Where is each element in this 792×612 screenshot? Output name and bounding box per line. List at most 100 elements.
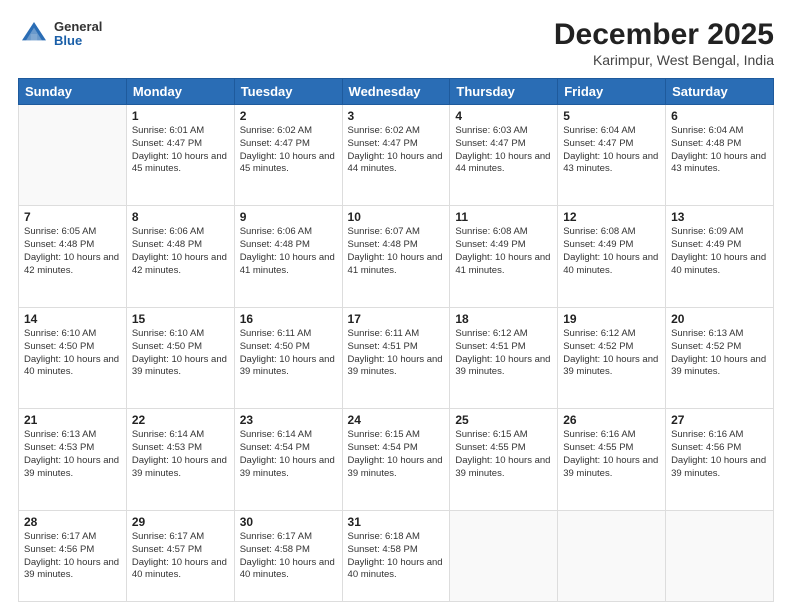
header: General Blue December 2025 Karimpur, Wes…: [18, 18, 774, 68]
day-info: Sunrise: 6:02 AM Sunset: 4:47 PM Dayligh…: [348, 125, 445, 176]
day-number: 10: [348, 210, 445, 224]
calendar-day-header: Sunday: [19, 79, 127, 105]
calendar-week-row: 21Sunrise: 6:13 AM Sunset: 4:53 PM Dayli…: [19, 409, 774, 510]
day-number: 23: [240, 413, 337, 427]
day-number: 27: [671, 413, 768, 427]
day-number: 8: [132, 210, 229, 224]
calendar-cell: 24 Sunrise: 6:15 AM Sunset: 4:54 PM Dayli…: [342, 409, 450, 510]
calendar-cell: [450, 510, 558, 601]
calendar-cell: 26 Sunrise: 6:16 AM Sunset: 4:55 PM Dayli…: [558, 409, 666, 510]
calendar-cell: 22 Sunrise: 6:14 AM Sunset: 4:53 PM Dayli…: [126, 409, 234, 510]
calendar-day-header: Thursday: [450, 79, 558, 105]
day-info: Sunrise: 6:08 AM Sunset: 4:49 PM Dayligh…: [455, 226, 552, 277]
day-info: Sunrise: 6:12 AM Sunset: 4:51 PM Dayligh…: [455, 328, 552, 379]
day-number: 26: [563, 413, 660, 427]
day-info: Sunrise: 6:11 AM Sunset: 4:51 PM Dayligh…: [348, 328, 445, 379]
calendar-cell: 11 Sunrise: 6:08 AM Sunset: 4:49 PM Dayli…: [450, 206, 558, 307]
calendar-cell: [666, 510, 774, 601]
day-info: Sunrise: 6:04 AM Sunset: 4:48 PM Dayligh…: [671, 125, 768, 176]
day-number: 17: [348, 312, 445, 326]
calendar-cell: 17 Sunrise: 6:11 AM Sunset: 4:51 PM Dayli…: [342, 307, 450, 408]
title-block: December 2025 Karimpur, West Bengal, Ind…: [554, 18, 774, 68]
day-info: Sunrise: 6:05 AM Sunset: 4:48 PM Dayligh…: [24, 226, 121, 277]
day-number: 6: [671, 109, 768, 123]
calendar-cell: 27 Sunrise: 6:16 AM Sunset: 4:56 PM Dayli…: [666, 409, 774, 510]
day-info: Sunrise: 6:06 AM Sunset: 4:48 PM Dayligh…: [240, 226, 337, 277]
day-info: Sunrise: 6:16 AM Sunset: 4:56 PM Dayligh…: [671, 429, 768, 480]
calendar-header-row: SundayMondayTuesdayWednesdayThursdayFrid…: [19, 79, 774, 105]
day-info: Sunrise: 6:07 AM Sunset: 4:48 PM Dayligh…: [348, 226, 445, 277]
day-number: 24: [348, 413, 445, 427]
day-number: 31: [348, 515, 445, 529]
calendar-cell: 6 Sunrise: 6:04 AM Sunset: 4:48 PM Daylig…: [666, 105, 774, 206]
day-info: Sunrise: 6:15 AM Sunset: 4:55 PM Dayligh…: [455, 429, 552, 480]
day-info: Sunrise: 6:04 AM Sunset: 4:47 PM Dayligh…: [563, 125, 660, 176]
logo-text: General Blue: [54, 20, 102, 49]
day-number: 2: [240, 109, 337, 123]
calendar-week-row: 14Sunrise: 6:10 AM Sunset: 4:50 PM Dayli…: [19, 307, 774, 408]
calendar-cell: 18 Sunrise: 6:12 AM Sunset: 4:51 PM Dayli…: [450, 307, 558, 408]
main-title: December 2025: [554, 18, 774, 52]
day-info: Sunrise: 6:17 AM Sunset: 4:58 PM Dayligh…: [240, 531, 337, 582]
day-info: Sunrise: 6:01 AM Sunset: 4:47 PM Dayligh…: [132, 125, 229, 176]
calendar-cell: 8 Sunrise: 6:06 AM Sunset: 4:48 PM Daylig…: [126, 206, 234, 307]
calendar-cell: 31 Sunrise: 6:18 AM Sunset: 4:58 PM Dayli…: [342, 510, 450, 601]
calendar-cell: 9 Sunrise: 6:06 AM Sunset: 4:48 PM Daylig…: [234, 206, 342, 307]
day-info: Sunrise: 6:13 AM Sunset: 4:52 PM Dayligh…: [671, 328, 768, 379]
day-number: 9: [240, 210, 337, 224]
calendar-cell: 14Sunrise: 6:10 AM Sunset: 4:50 PM Dayli…: [19, 307, 127, 408]
day-number: 28: [24, 515, 121, 529]
day-number: 18: [455, 312, 552, 326]
calendar-cell: [19, 105, 127, 206]
day-info: Sunrise: 6:15 AM Sunset: 4:54 PM Dayligh…: [348, 429, 445, 480]
day-info: Sunrise: 6:02 AM Sunset: 4:47 PM Dayligh…: [240, 125, 337, 176]
logo-icon: [18, 18, 50, 50]
calendar-cell: 2 Sunrise: 6:02 AM Sunset: 4:47 PM Daylig…: [234, 105, 342, 206]
day-info: Sunrise: 6:09 AM Sunset: 4:49 PM Dayligh…: [671, 226, 768, 277]
calendar-week-row: 28 Sunrise: 6:17 AM Sunset: 4:56 PM Dayli…: [19, 510, 774, 601]
logo: General Blue: [18, 18, 102, 50]
calendar-cell: 5 Sunrise: 6:04 AM Sunset: 4:47 PM Daylig…: [558, 105, 666, 206]
day-number: 25: [455, 413, 552, 427]
day-number: 22: [132, 413, 229, 427]
calendar-week-row: 7 Sunrise: 6:05 AM Sunset: 4:48 PM Daylig…: [19, 206, 774, 307]
day-number: 16: [240, 312, 337, 326]
logo-general: General: [54, 20, 102, 34]
day-info: Sunrise: 6:18 AM Sunset: 4:58 PM Dayligh…: [348, 531, 445, 582]
calendar-cell: [558, 510, 666, 601]
day-number: 30: [240, 515, 337, 529]
calendar-cell: 7 Sunrise: 6:05 AM Sunset: 4:48 PM Daylig…: [19, 206, 127, 307]
day-info: Sunrise: 6:14 AM Sunset: 4:53 PM Dayligh…: [132, 429, 229, 480]
day-number: 14: [24, 312, 121, 326]
day-number: 7: [24, 210, 121, 224]
calendar-cell: 30 Sunrise: 6:17 AM Sunset: 4:58 PM Dayli…: [234, 510, 342, 601]
day-number: 11: [455, 210, 552, 224]
day-info: Sunrise: 6:08 AM Sunset: 4:49 PM Dayligh…: [563, 226, 660, 277]
calendar-day-header: Monday: [126, 79, 234, 105]
day-number: 5: [563, 109, 660, 123]
day-info: Sunrise: 6:11 AM Sunset: 4:50 PM Dayligh…: [240, 328, 337, 379]
day-info: Sunrise: 6:14 AM Sunset: 4:54 PM Dayligh…: [240, 429, 337, 480]
calendar-day-header: Tuesday: [234, 79, 342, 105]
calendar-week-row: 1 Sunrise: 6:01 AM Sunset: 4:47 PM Daylig…: [19, 105, 774, 206]
calendar-cell: 20 Sunrise: 6:13 AM Sunset: 4:52 PM Dayli…: [666, 307, 774, 408]
calendar-cell: 21Sunrise: 6:13 AM Sunset: 4:53 PM Dayli…: [19, 409, 127, 510]
day-number: 12: [563, 210, 660, 224]
day-info: Sunrise: 6:17 AM Sunset: 4:56 PM Dayligh…: [24, 531, 121, 582]
day-info: Sunrise: 6:17 AM Sunset: 4:57 PM Dayligh…: [132, 531, 229, 582]
calendar-cell: 13 Sunrise: 6:09 AM Sunset: 4:49 PM Dayli…: [666, 206, 774, 307]
day-number: 1: [132, 109, 229, 123]
day-number: 20: [671, 312, 768, 326]
day-number: 13: [671, 210, 768, 224]
day-number: 29: [132, 515, 229, 529]
calendar-day-header: Wednesday: [342, 79, 450, 105]
day-number: 21: [24, 413, 121, 427]
calendar-cell: 19Sunrise: 6:12 AM Sunset: 4:52 PM Dayli…: [558, 307, 666, 408]
calendar-cell: 15Sunrise: 6:10 AM Sunset: 4:50 PM Dayli…: [126, 307, 234, 408]
day-number: 3: [348, 109, 445, 123]
calendar-cell: 23 Sunrise: 6:14 AM Sunset: 4:54 PM Dayli…: [234, 409, 342, 510]
calendar-cell: 1 Sunrise: 6:01 AM Sunset: 4:47 PM Daylig…: [126, 105, 234, 206]
calendar-day-header: Friday: [558, 79, 666, 105]
day-info: Sunrise: 6:06 AM Sunset: 4:48 PM Dayligh…: [132, 226, 229, 277]
day-info: Sunrise: 6:16 AM Sunset: 4:55 PM Dayligh…: [563, 429, 660, 480]
